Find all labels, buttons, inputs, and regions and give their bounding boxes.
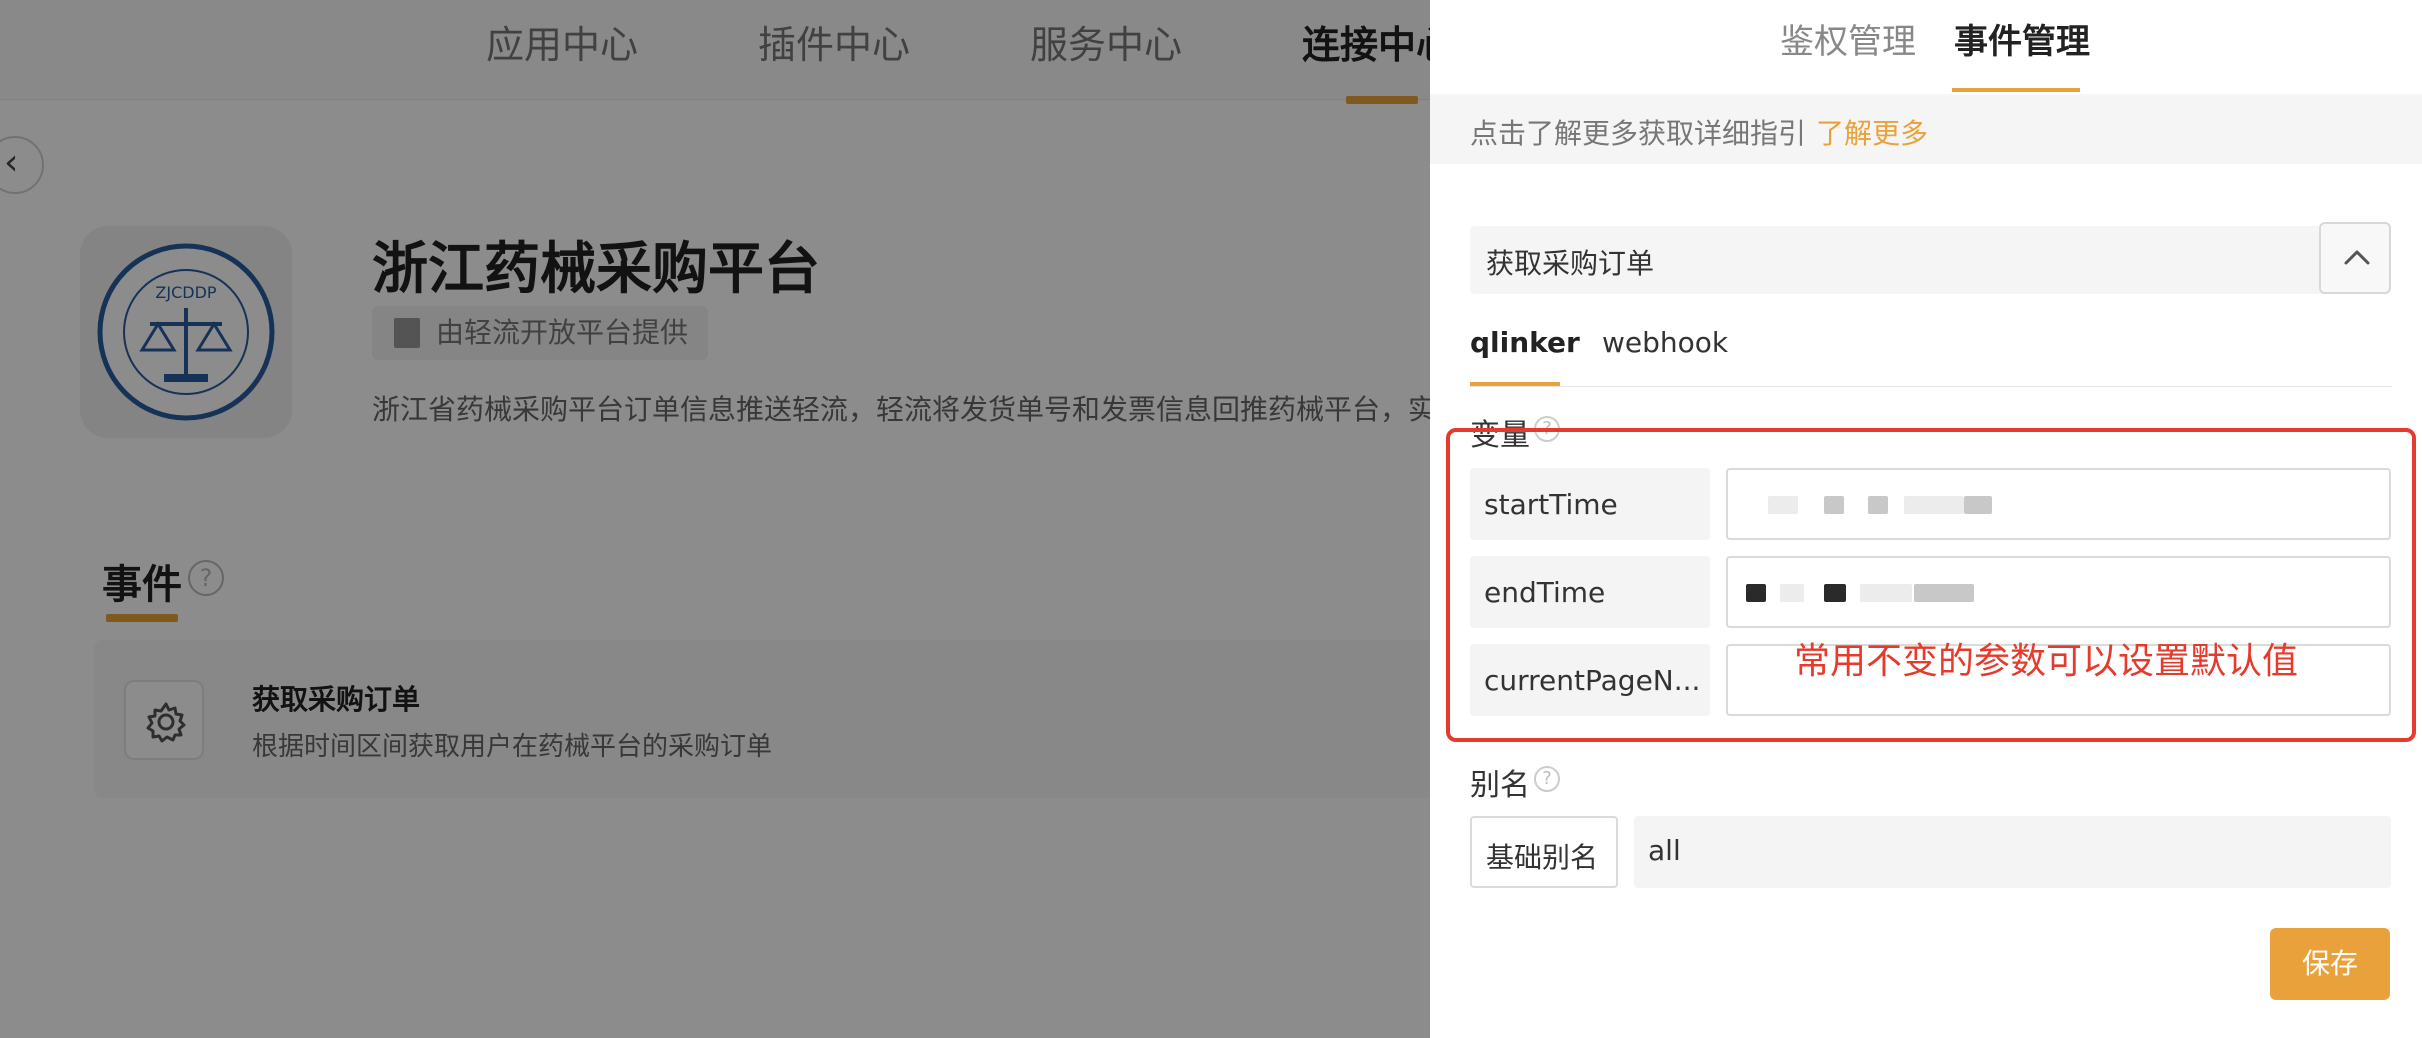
info-text: 点击了解更多获取详细指引	[1470, 117, 1807, 150]
subtab-qlinker[interactable]: qlinker	[1470, 326, 1580, 359]
save-button[interactable]: 保存	[2270, 928, 2390, 1000]
chevron-up-icon	[2344, 250, 2370, 265]
subtab-divider	[1470, 386, 2392, 387]
event-management-drawer: 鉴权管理 事件管理 点击了解更多获取详细指引 了解更多 获取采购订单 qlink…	[1430, 0, 2422, 1038]
info-bar: 点击了解更多获取详细指引 了解更多	[1430, 94, 2422, 164]
annotation-text: 常用不变的参数可以设置默认值	[1794, 641, 2299, 682]
annotation-box	[1446, 428, 2416, 742]
tab-event-management[interactable]: 事件管理	[1954, 14, 2090, 63]
event-select[interactable]: 获取采购订单	[1470, 226, 2342, 294]
alias-value-input[interactable]: all	[1634, 816, 2391, 888]
alias-label: 别名	[1470, 768, 1530, 803]
tab-auth-management[interactable]: 鉴权管理	[1780, 14, 1916, 63]
tab-active-indicator	[1952, 88, 2080, 92]
event-select-value: 获取采购订单	[1486, 247, 1655, 280]
learn-more-link[interactable]: 了解更多	[1816, 112, 1928, 152]
collapse-button[interactable]	[2319, 222, 2391, 294]
alias-key: 基础别名	[1470, 816, 1618, 888]
subtab-webhook[interactable]: webhook	[1602, 326, 1728, 359]
alias-help-icon[interactable]: ?	[1534, 766, 1560, 792]
